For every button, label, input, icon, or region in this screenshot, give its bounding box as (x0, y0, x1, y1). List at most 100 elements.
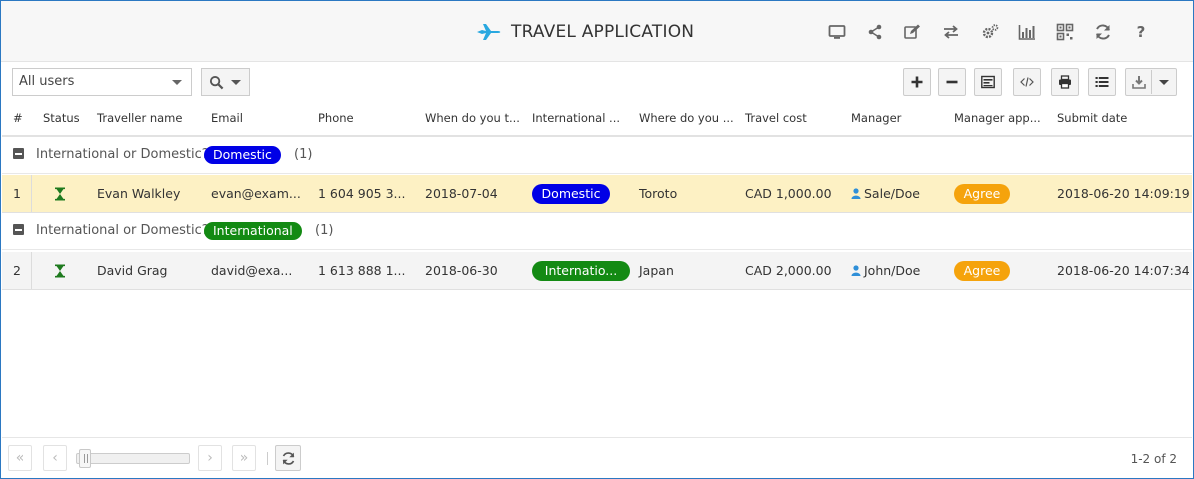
group-label: International or Domestic?: (36, 223, 214, 238)
title-area: TRAVEL APPLICATION (476, 20, 694, 44)
user-filter-select[interactable]: All users (12, 68, 192, 96)
swap-icon[interactable] (940, 21, 962, 43)
international-badge: Domestic (532, 184, 610, 204)
airplane-icon (477, 24, 501, 40)
travel-cost: CAD 1,000.00 (745, 186, 832, 201)
column-header[interactable]: When do you t... (425, 111, 520, 125)
table-row[interactable]: 2 David Grag david@exa... 1 613 888 1...… (2, 252, 1192, 290)
submit-date: 2018-06-20 14:07:34 (1057, 263, 1190, 278)
group-label: International or Domestic?: (36, 147, 214, 162)
search-icon (209, 75, 224, 89)
row-number: 1 (13, 186, 21, 201)
column-header[interactable]: Email (211, 111, 243, 125)
last-page-icon: » (239, 450, 249, 466)
code-icon (1020, 77, 1034, 87)
list-view-button[interactable] (1088, 68, 1116, 96)
chevron-down-icon (1159, 80, 1169, 85)
form-view-button[interactable] (974, 68, 1002, 96)
page-info: 1-2 of 2 (1130, 452, 1177, 466)
submit-date: 2018-06-20 14:09:19 (1057, 186, 1190, 201)
travel-date: 2018-06-30 (425, 263, 498, 278)
help-icon[interactable]: ? (1130, 21, 1152, 43)
user-filter-value: All users (19, 74, 75, 89)
share-icon[interactable] (864, 21, 886, 43)
page-slider[interactable] (76, 449, 190, 468)
phone: 1 613 888 1... (318, 263, 406, 278)
last-page-button[interactable]: » (232, 445, 256, 471)
column-header[interactable]: Where do you ... (639, 111, 734, 125)
header-bar: TRAVEL APPLICATION ? (1, 1, 1193, 62)
group-value-badge: Domestic (204, 146, 281, 164)
refresh-icon (282, 451, 294, 465)
column-header[interactable]: International ... (532, 111, 620, 125)
code-button[interactable] (1013, 68, 1041, 96)
group-value-badge: International (204, 222, 302, 240)
add-button[interactable] (903, 68, 931, 96)
pager-refresh-button[interactable] (275, 445, 301, 471)
column-header[interactable]: Submit date (1057, 111, 1127, 125)
prev-page-button[interactable]: ‹ (43, 445, 67, 471)
table-row[interactable]: 1 Evan Walkley evan@exam... 1 604 905 3.… (2, 175, 1192, 213)
app-window: TRAVEL APPLICATION ? All users # Status … (0, 0, 1194, 479)
chevron-down-icon (231, 79, 241, 85)
download-button[interactable] (1125, 68, 1177, 96)
group-count: (1) (294, 147, 313, 162)
first-page-button[interactable]: « (8, 445, 32, 471)
column-header[interactable]: # (13, 111, 23, 125)
edit-icon[interactable] (901, 21, 923, 43)
settings-icon[interactable] (979, 21, 1001, 43)
group-count: (1) (315, 223, 334, 238)
column-header[interactable]: Manager app... (954, 111, 1041, 125)
international-badge: Internatio... (532, 261, 630, 281)
prev-page-icon: ‹ (52, 450, 58, 466)
toolbar: All users (1, 63, 1193, 101)
destination: Japan (639, 263, 674, 278)
column-header[interactable]: Phone (318, 111, 354, 125)
collapse-icon[interactable] (13, 224, 24, 235)
list-icon (1095, 77, 1109, 87)
qr-code-icon[interactable] (1054, 21, 1076, 43)
pager: « ‹ › » 1-2 of 2 (2, 437, 1192, 478)
print-button[interactable] (1051, 68, 1079, 96)
bar-chart-icon[interactable] (1016, 21, 1038, 43)
table-header: # Status Traveller name Email Phone When… (2, 101, 1192, 137)
row-number-cell: 1 (2, 175, 32, 212)
travel-date: 2018-07-04 (425, 186, 498, 201)
slider-handle[interactable] (79, 449, 91, 468)
chevron-down-icon (172, 80, 182, 85)
destination: Toroto (639, 186, 678, 201)
refresh-icon[interactable] (1092, 21, 1114, 43)
next-page-button[interactable]: › (198, 445, 222, 471)
manager: John/Doe (864, 263, 921, 278)
email: evan@exam... (211, 186, 301, 201)
remove-button[interactable] (938, 68, 966, 96)
traveller-name: Evan Walkley (97, 186, 181, 201)
pager-divider (267, 452, 268, 465)
form-icon (981, 75, 995, 89)
column-header[interactable]: Manager (851, 111, 901, 125)
help-glyph: ? (1136, 23, 1146, 41)
row-number-cell: 2 (2, 252, 32, 289)
next-page-icon: › (207, 450, 213, 466)
travel-cost: CAD 2,000.00 (745, 263, 832, 278)
group-row-international[interactable]: International or Domestic?: Internationa… (2, 213, 1192, 250)
search-button[interactable] (201, 68, 250, 96)
hourglass-icon (55, 187, 65, 201)
column-header[interactable]: Travel cost (745, 111, 807, 125)
user-icon (851, 188, 861, 199)
add-icon (911, 76, 923, 88)
phone: 1 604 905 3... (318, 186, 406, 201)
traveller-name: David Grag (97, 263, 168, 278)
approval-badge: Agree (954, 184, 1010, 204)
page-title: TRAVEL APPLICATION (511, 22, 695, 42)
monitor-icon[interactable] (826, 21, 848, 43)
row-number: 2 (13, 263, 21, 278)
column-header[interactable]: Status (43, 111, 80, 125)
collapse-icon[interactable] (13, 148, 24, 159)
group-row-domestic[interactable]: International or Domestic?: Domestic (1) (2, 137, 1192, 174)
manager: Sale/Doe (864, 186, 920, 201)
user-icon (851, 265, 861, 276)
column-header[interactable]: Traveller name (97, 111, 182, 125)
remove-icon (946, 80, 958, 84)
approval-badge: Agree (954, 261, 1010, 281)
